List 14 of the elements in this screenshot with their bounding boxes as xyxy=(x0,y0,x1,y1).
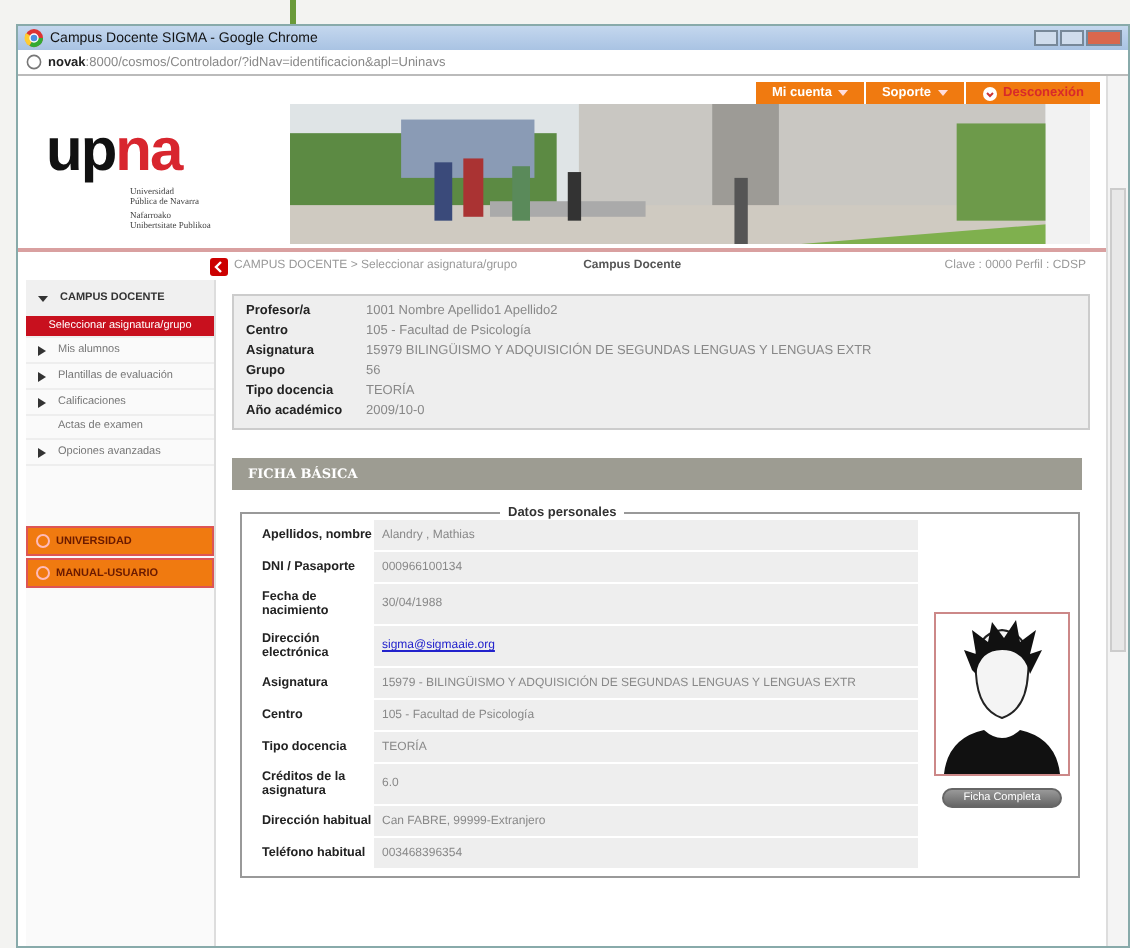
caret-icon xyxy=(38,293,48,303)
maximize-button[interactable] xyxy=(1060,30,1084,46)
logo-wordmark: upna xyxy=(46,122,182,182)
power-icon xyxy=(981,85,998,101)
caret-icon xyxy=(937,89,948,97)
bullet-icon xyxy=(38,345,46,355)
page-icon xyxy=(26,54,42,70)
back-icon[interactable] xyxy=(210,257,228,275)
bullet-icon xyxy=(38,371,46,381)
caret-icon xyxy=(837,89,848,97)
minimize-button[interactable] xyxy=(1034,30,1058,46)
bullet-icon xyxy=(38,397,46,407)
bullet-icon xyxy=(38,447,46,457)
avatar-icon xyxy=(934,612,1070,776)
